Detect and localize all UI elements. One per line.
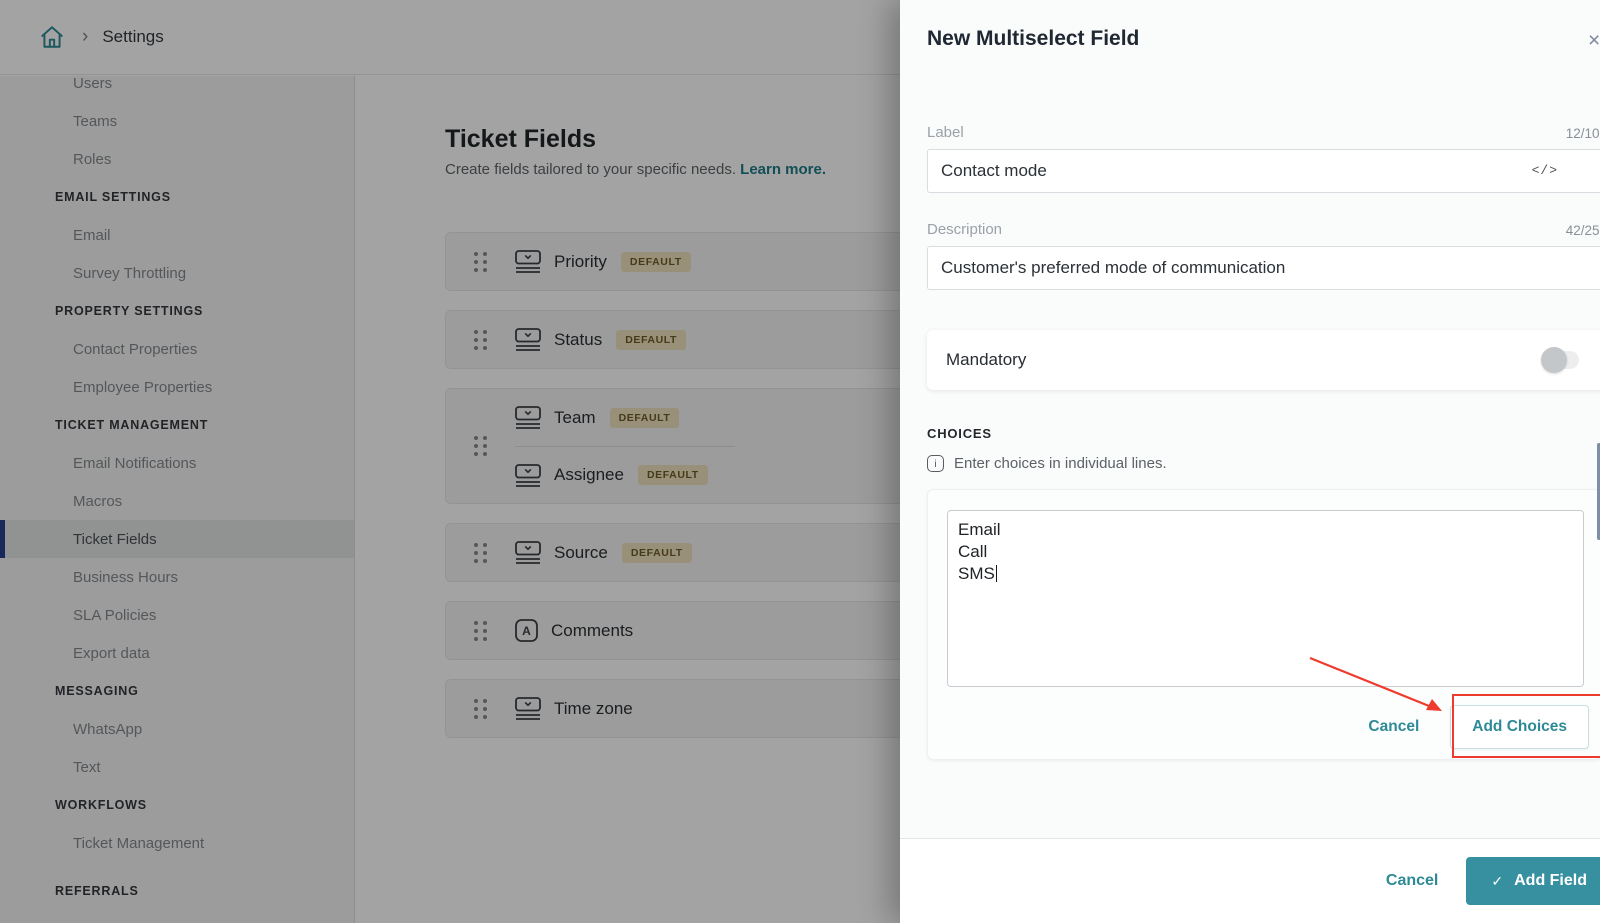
description-input-value: Customer's preferred mode of communicati… bbox=[941, 258, 1286, 277]
mandatory-label: Mandatory bbox=[946, 350, 1027, 369]
drawer-title: New Multiselect Field bbox=[927, 27, 1140, 50]
description-input[interactable]: Customer's preferred mode of communicati… bbox=[927, 246, 1600, 290]
code-icon[interactable]: </> bbox=[1532, 163, 1558, 178]
toggle-knob bbox=[1541, 347, 1567, 373]
drawer-footer: Cancel ✓ Add Field bbox=[900, 838, 1600, 923]
label-input-value: Contact mode bbox=[941, 161, 1047, 180]
text-cursor bbox=[995, 565, 998, 582]
choice-line: Call bbox=[958, 542, 988, 561]
label-field-label: Label bbox=[927, 124, 964, 141]
mandatory-toggle[interactable] bbox=[1541, 347, 1579, 373]
check-icon: ✓ bbox=[1491, 872, 1504, 889]
choices-actions: Cancel Add Choices bbox=[947, 705, 1589, 749]
mandatory-card: Mandatory bbox=[927, 330, 1600, 390]
label-input[interactable]: Contact mode </> bbox=[927, 149, 1600, 193]
close-icon[interactable]: × bbox=[1588, 30, 1600, 51]
label-char-counter: 12/100 bbox=[1565, 126, 1600, 141]
new-multiselect-field-drawer: New Multiselect Field × Label 12/100 Con… bbox=[900, 0, 1600, 923]
choice-line: Email bbox=[958, 520, 1001, 539]
app-root: › Settings Users Teams Roles EMAIL SETTINGS… bbox=[0, 0, 1600, 923]
add-choices-button[interactable]: Add Choices bbox=[1450, 705, 1589, 749]
choices-cancel-button[interactable]: Cancel bbox=[1368, 718, 1419, 736]
choices-hint-row: i Enter choices in individual lines. bbox=[927, 455, 1600, 472]
description-field-header: Description 42/250 bbox=[927, 221, 1600, 238]
label-field-header: Label 12/100 bbox=[927, 124, 1600, 141]
add-field-label: Add Field bbox=[1514, 872, 1587, 889]
choice-line: SMS bbox=[958, 563, 1571, 585]
choices-textarea[interactable]: Email Call SMS bbox=[947, 510, 1584, 687]
choices-hint-text: Enter choices in individual lines. bbox=[954, 455, 1167, 472]
choices-card: Email Call SMS Cancel Add Choices bbox=[927, 489, 1600, 760]
info-icon: i bbox=[927, 455, 944, 472]
add-field-button[interactable]: ✓ Add Field bbox=[1466, 857, 1600, 905]
drawer-cancel-button[interactable]: Cancel bbox=[1386, 872, 1438, 890]
choices-heading: CHOICES bbox=[927, 426, 992, 441]
description-field-label: Description bbox=[927, 221, 1003, 238]
description-char-counter: 42/250 bbox=[1565, 223, 1600, 238]
